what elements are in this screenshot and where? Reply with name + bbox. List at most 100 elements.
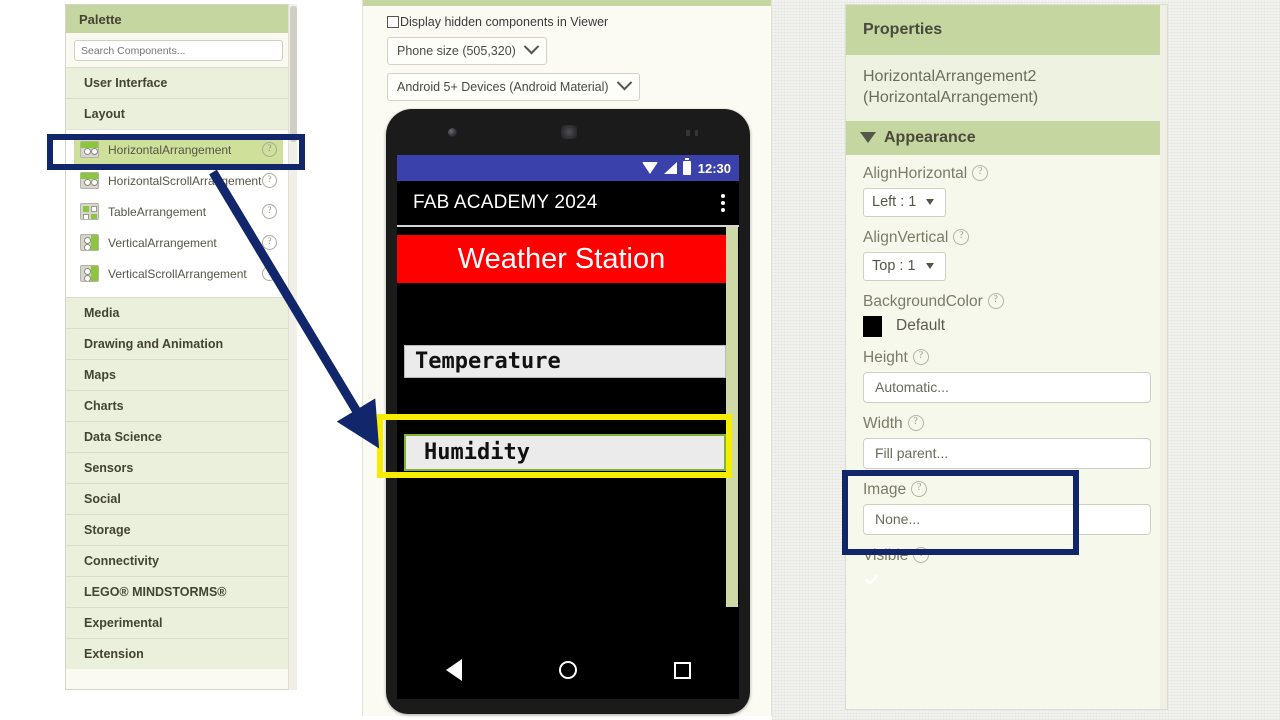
label-humidity[interactable]: Humidity: [404, 434, 726, 471]
palette-category-connectivity[interactable]: Connectivity: [66, 545, 291, 576]
palette-item-label: HorizontalArrangement: [108, 142, 232, 157]
property-label: Image ?: [863, 480, 1151, 499]
table-arrangement-icon: [80, 203, 99, 220]
weather-station-text: Weather Station: [457, 242, 666, 275]
help-icon[interactable]: ?: [262, 235, 277, 250]
display-hidden-components-checkbox[interactable]: [387, 16, 399, 28]
help-icon[interactable]: ?: [262, 204, 277, 219]
viewer-screen-scrollbar-thumb[interactable]: [726, 227, 738, 607]
color-swatch[interactable]: [863, 315, 882, 337]
property-align-vertical: AlignVertical ? Top : 1: [846, 228, 1167, 281]
property-label-text: Image: [863, 480, 907, 498]
palette-category-label: Drawing and Animation: [84, 337, 224, 351]
align-horizontal-value: Left : 1: [872, 194, 917, 211]
property-label-text: AlignVertical: [863, 228, 949, 246]
help-icon[interactable]: ?: [953, 228, 970, 245]
help-icon[interactable]: ?: [907, 414, 924, 431]
chevron-down-icon: [925, 263, 934, 270]
palette-search-zone: [66, 33, 291, 67]
height-value: Automatic...: [875, 379, 949, 396]
search-components-input[interactable]: [74, 40, 283, 61]
help-icon[interactable]: ?: [987, 292, 1004, 309]
palette-category-label: Charts: [84, 399, 124, 413]
front-camera-icon: [448, 128, 457, 137]
palette-item-verticalscrollarrangement[interactable]: VerticalScrollArrangement ?: [74, 258, 283, 289]
palette-item-verticalarrangement[interactable]: VerticalArrangement ?: [74, 227, 283, 258]
palette-category-extension[interactable]: Extension: [66, 638, 291, 669]
earpiece-speaker-icon: [561, 125, 577, 139]
label-weather-station[interactable]: Weather Station: [397, 235, 726, 283]
viewer-screen-scrollbar[interactable]: [726, 227, 739, 639]
app-root: Palette User Interface Layout Horizontal…: [0, 0, 1280, 720]
label-temperature[interactable]: Temperature: [404, 345, 726, 378]
help-icon[interactable]: ?: [972, 164, 989, 181]
help-icon[interactable]: ?: [262, 142, 277, 157]
palette-scrollbar[interactable]: [288, 4, 297, 690]
palette-category-data-science[interactable]: Data Science: [66, 421, 291, 452]
property-background-color: BackgroundColor ? Default: [846, 292, 1167, 337]
kebab-menu-icon[interactable]: [721, 194, 729, 212]
palette-category-media[interactable]: Media: [66, 297, 291, 328]
property-height: Height ? Automatic...: [846, 348, 1167, 403]
palette-item-label: HorizontalScrollArrangement: [108, 173, 262, 188]
properties-scrollbar[interactable]: [1160, 5, 1167, 709]
palette-category-sensors[interactable]: Sensors: [66, 452, 291, 483]
palette-category-charts[interactable]: Charts: [66, 390, 291, 421]
palette-category-lego-mindstorms[interactable]: LEGO® MINDSTORMS®: [66, 576, 291, 607]
palette-category-social[interactable]: Social: [66, 483, 291, 514]
help-icon[interactable]: ?: [911, 480, 928, 497]
properties-section-appearance[interactable]: Appearance: [846, 120, 1167, 155]
app-title-text: FAB ACADEMY 2024: [413, 192, 598, 213]
palette-category-user-interface[interactable]: User Interface: [66, 67, 291, 98]
property-label: AlignHorizontal ?: [863, 164, 1151, 183]
background-color-picker[interactable]: Default: [863, 315, 1151, 337]
back-icon[interactable]: [445, 659, 462, 681]
recents-icon[interactable]: [673, 661, 691, 679]
temperature-text: Temperature: [415, 349, 561, 374]
palette-category-maps[interactable]: Maps: [66, 359, 291, 390]
palette-category-drawing-and-animation[interactable]: Drawing and Animation: [66, 328, 291, 359]
chevron-down-icon: [616, 74, 632, 94]
app-title-bar: FAB ACADEMY 2024: [397, 181, 739, 227]
palette-category-label: Media: [84, 306, 120, 320]
palette-category-layout[interactable]: Layout: [66, 98, 291, 129]
vertical-scroll-arrangement-icon: [80, 265, 99, 282]
triangle-down-icon: [860, 132, 876, 144]
background-color-value: Default: [896, 317, 946, 335]
property-label: Visible ?: [863, 546, 1151, 565]
chevron-down-icon: [926, 199, 935, 206]
home-icon[interactable]: [558, 661, 577, 679]
palette-category-label: Extension: [84, 647, 144, 661]
palette-item-horizontalscrollarrangement[interactable]: HorizontalScrollArrangement ?: [74, 165, 283, 196]
palette-item-label: VerticalArrangement: [108, 235, 217, 250]
viewer-panel: Display hidden components in Viewer Phon…: [362, 0, 772, 716]
phone-size-select[interactable]: Phone size (505,320): [387, 37, 547, 65]
humidity-text: Humidity: [424, 440, 530, 465]
proximity-sensor-icon: [686, 130, 704, 136]
property-label-text: Visible: [863, 546, 909, 564]
palette-category-label: Experimental: [84, 616, 163, 630]
palette-item-horizontalarrangement[interactable]: HorizontalArrangement ?: [74, 134, 283, 165]
device-theme-select[interactable]: Android 5+ Devices (Android Material): [387, 73, 640, 101]
palette-item-label: TableArrangement: [108, 204, 207, 219]
display-hidden-components-row[interactable]: Display hidden components in Viewer: [363, 6, 771, 29]
align-horizontal-select[interactable]: Left : 1: [863, 187, 946, 217]
property-label-text: Width: [863, 414, 903, 432]
layout-component-list: HorizontalArrangement ? HorizontalScroll…: [66, 129, 291, 297]
palette-scrollbar-thumb[interactable]: [290, 6, 297, 142]
image-field[interactable]: None...: [863, 503, 1151, 535]
help-icon[interactable]: ?: [913, 546, 930, 563]
width-field[interactable]: Fill parent...: [863, 437, 1151, 469]
help-icon[interactable]: ?: [262, 173, 277, 188]
vertical-arrangement-icon: [80, 234, 99, 251]
help-icon[interactable]: ?: [262, 266, 277, 281]
palette-category-experimental[interactable]: Experimental: [66, 607, 291, 638]
palette-category-storage[interactable]: Storage: [66, 514, 291, 545]
palette-item-tablearrangement[interactable]: TableArrangement ?: [74, 196, 283, 227]
image-value: None...: [875, 511, 921, 528]
help-icon[interactable]: ?: [912, 348, 929, 365]
palette-panel: Palette User Interface Layout Horizontal…: [65, 4, 292, 690]
height-field[interactable]: Automatic...: [863, 371, 1151, 403]
palette-category-label: Connectivity: [84, 554, 160, 568]
align-vertical-select[interactable]: Top : 1: [863, 251, 946, 281]
